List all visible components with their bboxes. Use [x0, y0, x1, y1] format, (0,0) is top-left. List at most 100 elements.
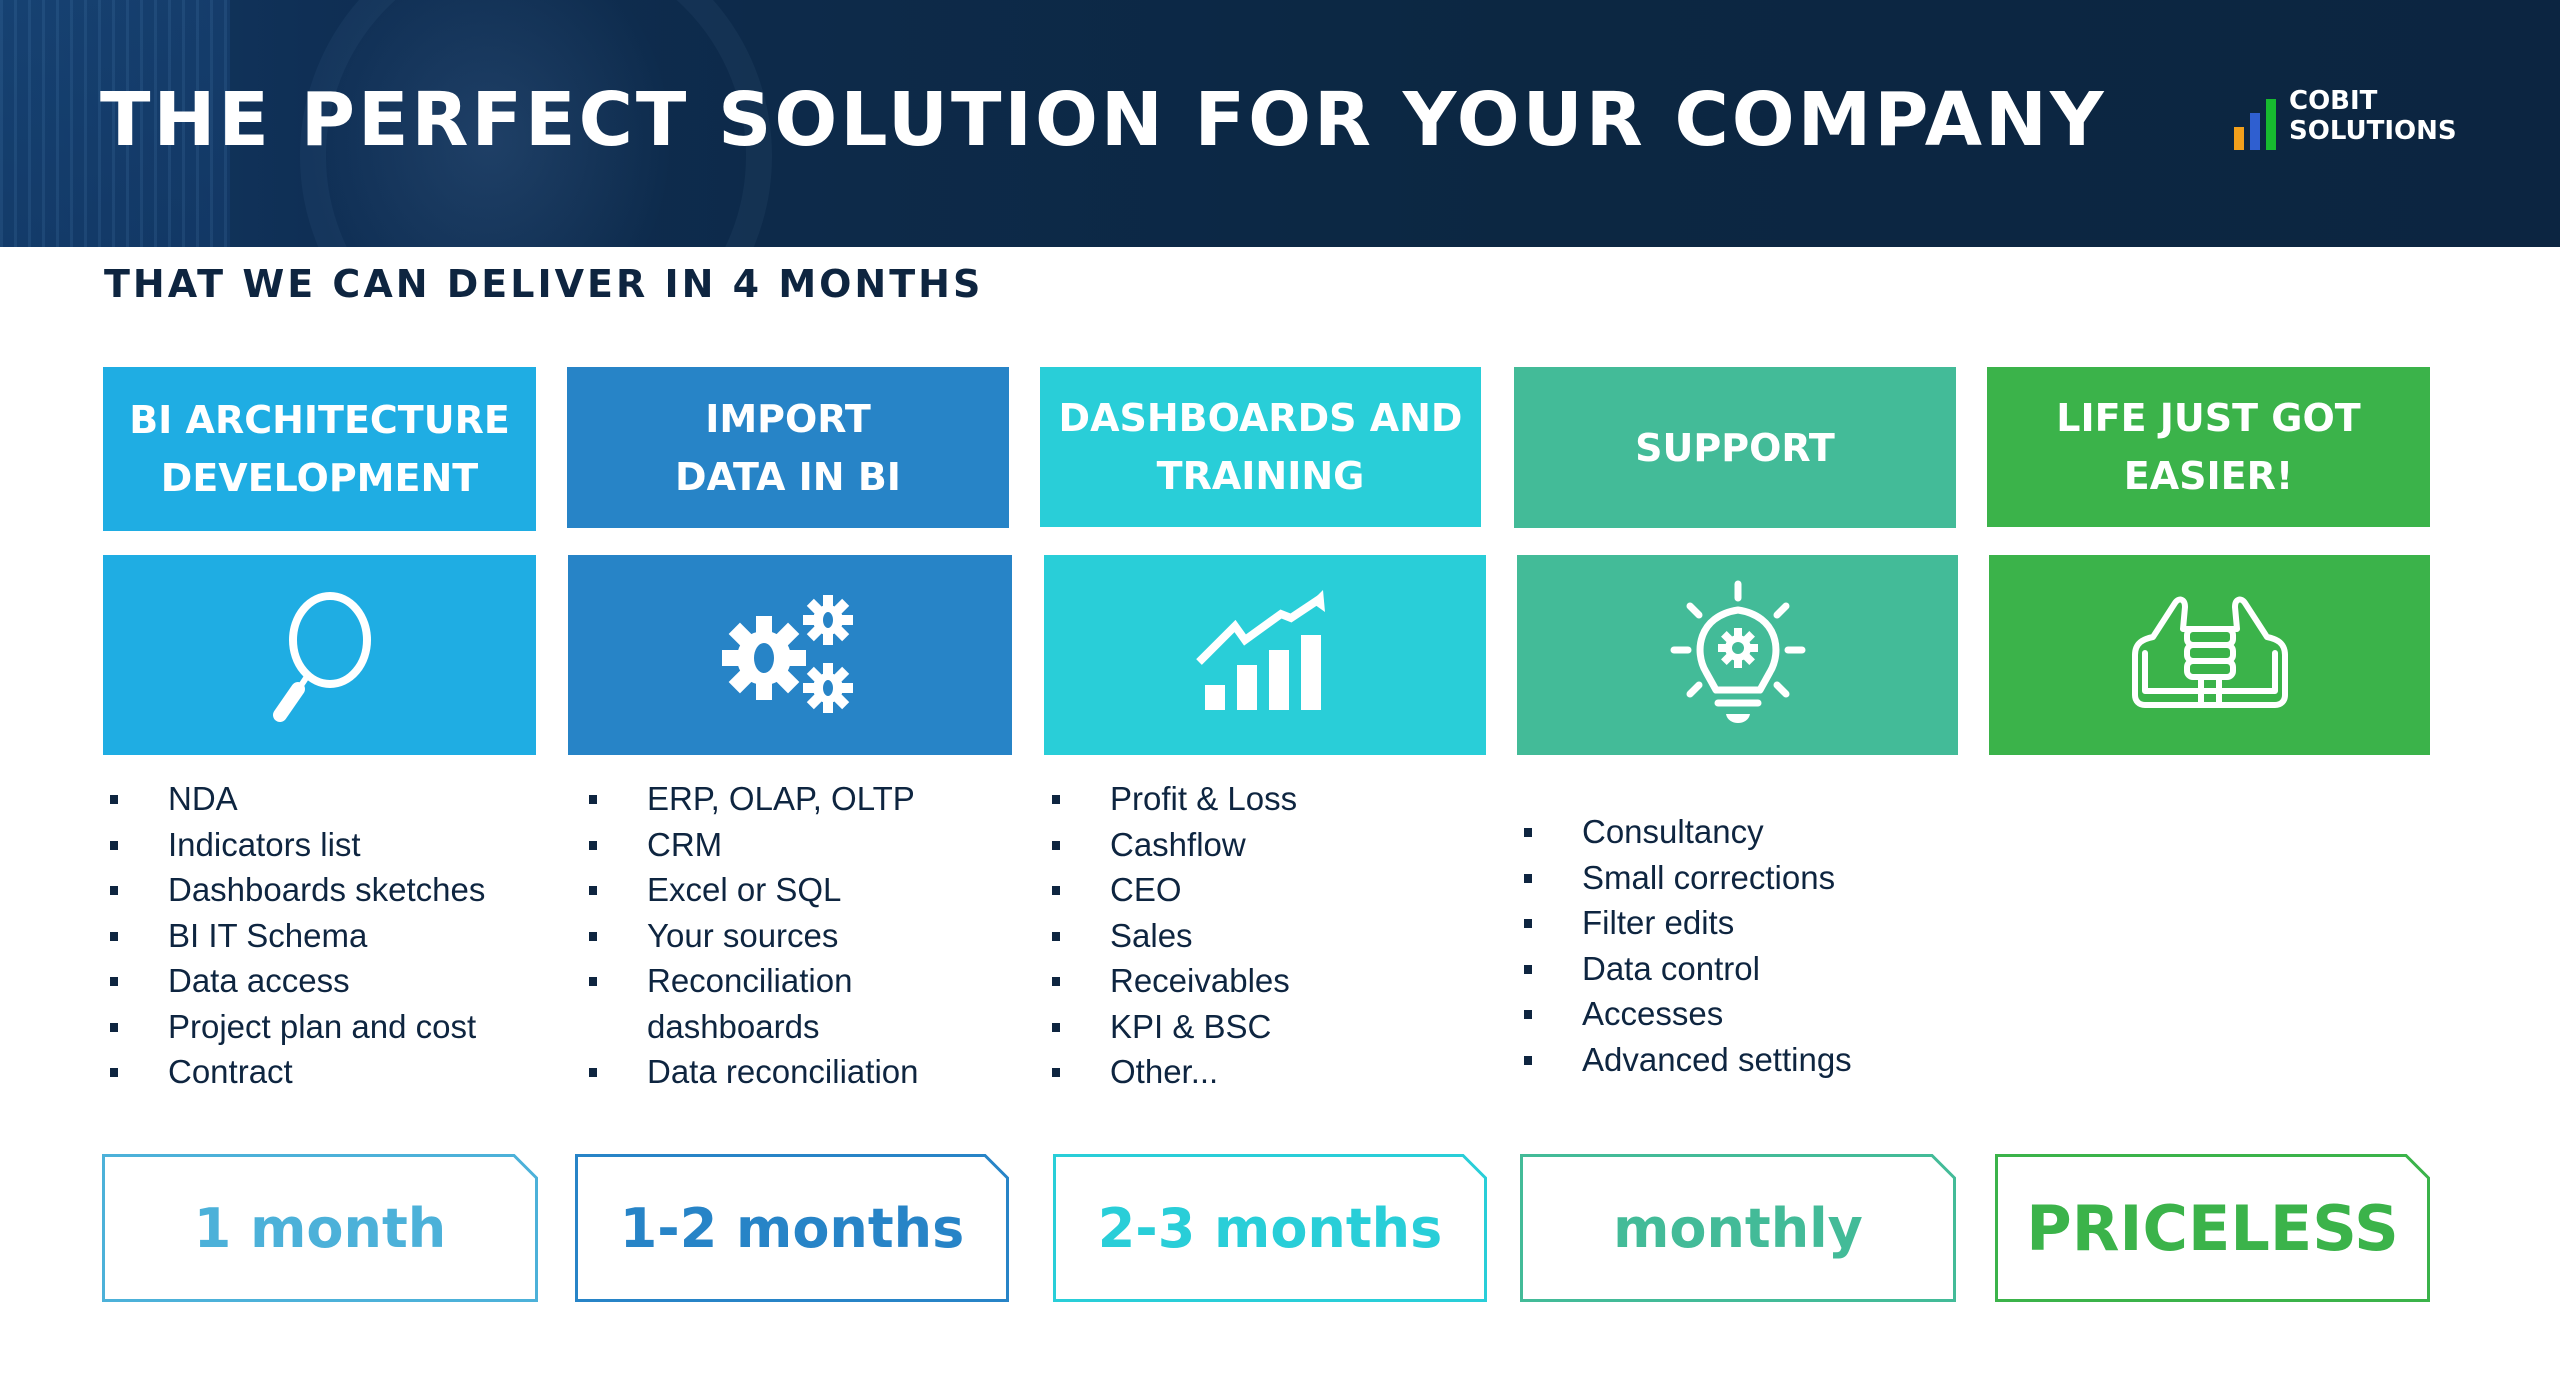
duration-box-bi-architecture: 1 month — [102, 1154, 538, 1302]
list-item-text: ERP, OLAP, OLTP — [647, 780, 915, 817]
column-header-import-data: IMPORT DATA IN BI — [567, 367, 1009, 528]
bullet-icon — [589, 886, 597, 895]
header-banner: THE PERFECT SOLUTION FOR YOUR COMPANY CO… — [0, 0, 2560, 247]
bullet-icon — [1052, 886, 1060, 895]
list-item: Your sources — [589, 913, 918, 959]
bullet-icon — [110, 1022, 118, 1032]
list-item-text: Data reconciliation — [647, 1053, 919, 1090]
list-item-text: CEO — [1110, 871, 1182, 908]
list-item-text: KPI & BSC — [1110, 1007, 1272, 1045]
logo-bar-blue — [2250, 113, 2260, 150]
list-item-text: Accesses — [1582, 995, 1724, 1032]
handshake-icon — [2131, 596, 2288, 708]
column-header-label: BI ARCHITECTURE DEVELOPMENT — [129, 398, 510, 500]
lightbulb-gear-icon — [1670, 580, 1805, 723]
list-item: BI IT Schema — [110, 913, 485, 959]
logo-text-line2: SOLUTIONS — [2289, 116, 2457, 146]
list-item-text: Receivables — [1110, 962, 1290, 999]
list-item: Filter edits — [1524, 900, 1852, 946]
bullet-icon — [589, 840, 597, 850]
list-item: Small corrections — [1524, 855, 1852, 901]
list-item: Contract — [110, 1049, 485, 1095]
bullet-icon — [110, 840, 118, 850]
list-item-text: Project plan and cost — [168, 1007, 477, 1045]
logo-bar-green — [2266, 99, 2276, 150]
column-header-label: DASHBOARDS AND TRAINING — [1058, 396, 1463, 498]
list-item: Data access — [110, 958, 485, 1004]
list-item-text: Cashflow — [1110, 825, 1246, 863]
column-header-label: IMPORT DATA IN BI — [675, 396, 901, 499]
bullet-icon — [1052, 840, 1060, 850]
column-header-dashboards-training: DASHBOARDS AND TRAINING — [1040, 367, 1481, 527]
duration-box-import-data: 1-2 months — [575, 1154, 1009, 1302]
icon-box-life-easier — [1989, 555, 2430, 755]
list-item-text: Your sources — [647, 916, 839, 954]
list-item: Profit & Loss — [1052, 776, 1297, 822]
duration-label: monthly — [1613, 1196, 1863, 1260]
bullet-icon — [110, 931, 118, 941]
bullet-icon — [110, 1068, 118, 1077]
bullet-icon — [1524, 1010, 1532, 1019]
duration-label: 1 month — [193, 1196, 447, 1260]
column-header-life-easier: LIFE JUST GOT EASIER! — [1987, 367, 2430, 527]
deliverables-list-bi-architecture: NDA Indicators list Dashboards sketches BI … — [110, 776, 485, 1095]
deliverables-list-support: Consultancy Small corrections Filter edits… — [1524, 809, 1852, 1082]
list-item-text: CRM — [647, 825, 723, 863]
list-item: CRM — [589, 822, 918, 868]
bullet-icon — [589, 795, 597, 804]
duration-label: 1-2 months — [619, 1196, 965, 1260]
list-item-text: Reconciliation dashboards — [647, 962, 853, 1045]
list-item-text: Sales — [1110, 916, 1193, 954]
list-item: Dashboards sketches — [110, 867, 485, 913]
logo-text: COBIT SOLUTIONS — [2289, 86, 2457, 146]
bullet-icon — [110, 886, 118, 895]
bullet-icon — [1524, 1055, 1532, 1065]
bullet-icon — [110, 977, 118, 986]
list-item-text: NDA — [168, 780, 238, 817]
icon-box-bi-architecture — [103, 555, 536, 755]
growth-chart-icon — [1196, 590, 1325, 710]
list-item: Data reconciliation — [589, 1049, 918, 1095]
bullet-icon — [1524, 919, 1532, 928]
list-item: Project plan and cost — [110, 1004, 485, 1050]
bullet-icon — [1524, 828, 1532, 837]
bullet-icon — [1052, 1022, 1060, 1032]
list-item-text: Profit & Loss — [1110, 780, 1298, 817]
list-item: CEO — [1052, 867, 1297, 913]
duration-label: PRICELESS — [2026, 1191, 2399, 1265]
page-subtitle: THAT WE CAN DELIVER IN 4 MONTHS — [104, 262, 984, 306]
magnifier-icon — [272, 592, 371, 722]
bullet-icon — [1052, 977, 1060, 986]
list-item: Advanced settings — [1524, 1037, 1852, 1083]
list-item-text: Dashboards sketches — [168, 871, 486, 908]
list-item: NDA — [110, 776, 485, 822]
list-item: Data control — [1524, 946, 1852, 992]
column-header-support: SUPPORT — [1514, 367, 1956, 528]
icon-box-import-data — [568, 555, 1012, 755]
list-item-text: BI IT Schema — [168, 916, 368, 954]
list-item-text: Small corrections — [1582, 858, 1836, 896]
list-item-text: Filter edits — [1582, 904, 1735, 941]
list-item: Other... — [1052, 1049, 1297, 1095]
deliverables-list-dashboards-training: Profit & Loss Cashflow CEO Sales Receivables… — [1052, 776, 1297, 1095]
bullet-icon — [110, 795, 118, 804]
bullet-icon — [1524, 873, 1532, 883]
bullet-icon — [1524, 964, 1532, 974]
list-item-text: Data control — [1582, 949, 1760, 987]
list-item: Accesses — [1524, 991, 1852, 1037]
column-header-label: LIFE JUST GOT EASIER! — [2056, 396, 2361, 498]
list-item: Excel or SQL — [589, 867, 918, 913]
list-item: KPI & BSC — [1052, 1004, 1297, 1050]
gears-icon — [722, 595, 853, 713]
list-item: Cashflow — [1052, 822, 1297, 868]
list-item-text: Consultancy — [1582, 813, 1764, 850]
list-item: Consultancy — [1524, 809, 1852, 855]
bullet-icon — [589, 1068, 597, 1077]
list-item: Sales — [1052, 913, 1297, 959]
list-item-text: Other... — [1110, 1053, 1219, 1090]
list-item: ERP, OLAP, OLTP — [589, 776, 918, 822]
list-item: Indicators list — [110, 822, 485, 868]
duration-box-dashboards-training: 2-3 months — [1053, 1154, 1487, 1302]
list-item-text: Indicators list — [168, 825, 361, 863]
icon-box-dashboards-training — [1044, 555, 1486, 755]
